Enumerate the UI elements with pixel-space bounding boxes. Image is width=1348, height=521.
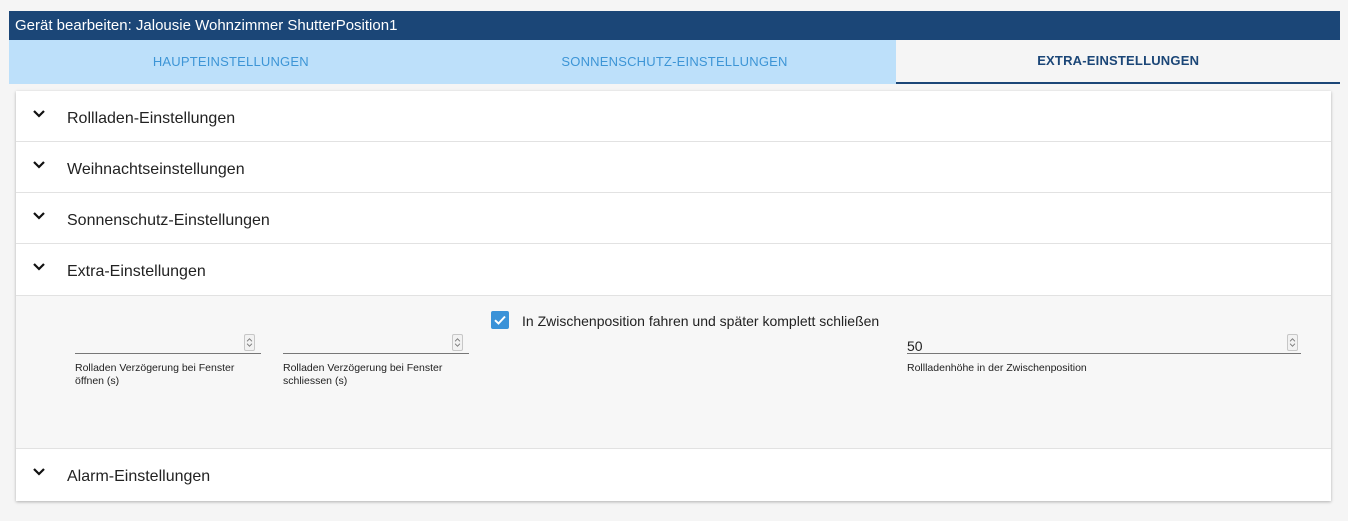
accordion-label: Extra-Einstellungen <box>67 263 206 280</box>
intermediate-position-label: In Zwischenposition fahren und später ko… <box>522 313 880 329</box>
number-spinner-icon[interactable] <box>452 334 463 351</box>
input-underline <box>907 353 1301 354</box>
delay-open-helper: Rolladen Verzögerung bei Fenster öffnen … <box>75 362 234 388</box>
accordion-sonnenschutz-einstellungen[interactable]: Sonnenschutz-Einstellungen <box>16 193 1331 244</box>
checkmark-icon <box>494 315 506 325</box>
settings-panel: Rollladen-Einstellungen Weihnachtseinste… <box>16 91 1331 501</box>
accordion-weihnachtseinstellungen[interactable]: Weihnachtseinstellungen <box>16 142 1331 193</box>
extra-einstellungen-content: Rolladen Verzögerung bei Fenster öffnen … <box>16 296 1331 449</box>
chevron-down-icon <box>33 212 45 220</box>
chevron-down-icon <box>33 110 45 118</box>
dialog-title: Gerät bearbeiten: Jalousie Wohnzimmer Sh… <box>9 11 1340 40</box>
delay-close-helper: Rolladen Verzögerung bei Fenster schlies… <box>283 362 442 388</box>
intermediate-position-checkbox[interactable] <box>491 311 509 329</box>
intermediate-height-field[interactable]: 50 <box>907 316 1301 354</box>
helper-line: Rolladen Verzögerung bei Fenster <box>75 362 235 374</box>
accordion-label: Sonnenschutz-Einstellungen <box>67 212 270 229</box>
tab-haupteinstellungen[interactable]: HAUPTEINSTELLUNGEN <box>9 40 453 84</box>
helper-line: öffnen (s) <box>75 375 120 387</box>
accordion-label: Weihnachtseinstellungen <box>67 161 245 178</box>
input-underline <box>283 353 469 354</box>
number-spinner-icon[interactable] <box>1287 334 1298 351</box>
helper-line: schliessen (s) <box>283 375 348 387</box>
tab-bar: HAUPTEINSTELLUNGEN SONNENSCHUTZ-EINSTELL… <box>9 40 1341 84</box>
number-spinner-icon[interactable] <box>244 334 255 351</box>
delay-open-field[interactable] <box>75 316 261 354</box>
delay-close-field[interactable] <box>283 316 469 354</box>
chevron-down-icon <box>33 468 45 476</box>
intermediate-height-helper: Rollladenhöhe in der Zwischenposition <box>907 362 1087 374</box>
chevron-down-icon <box>33 263 45 271</box>
accordion-alarm-einstellungen[interactable]: Alarm-Einstellungen <box>16 449 1331 501</box>
chevron-down-icon <box>33 161 45 169</box>
accordion-label: Rollladen-Einstellungen <box>67 110 236 127</box>
accordion-rollladen-einstellungen[interactable]: Rollladen-Einstellungen <box>16 91 1331 142</box>
tab-extra-einstellungen[interactable]: EXTRA-EINSTELLUNGEN <box>896 40 1341 84</box>
accordion-extra-einstellungen[interactable]: Extra-Einstellungen <box>16 244 1331 296</box>
helper-line: Rolladen Verzögerung bei Fenster <box>283 362 443 374</box>
intermediate-height-value: 50 <box>907 338 923 354</box>
tab-sonnenschutz-einstellungen[interactable]: SONNENSCHUTZ-EINSTELLUNGEN <box>453 40 897 84</box>
input-underline <box>75 353 261 354</box>
accordion-label: Alarm-Einstellungen <box>67 468 211 485</box>
